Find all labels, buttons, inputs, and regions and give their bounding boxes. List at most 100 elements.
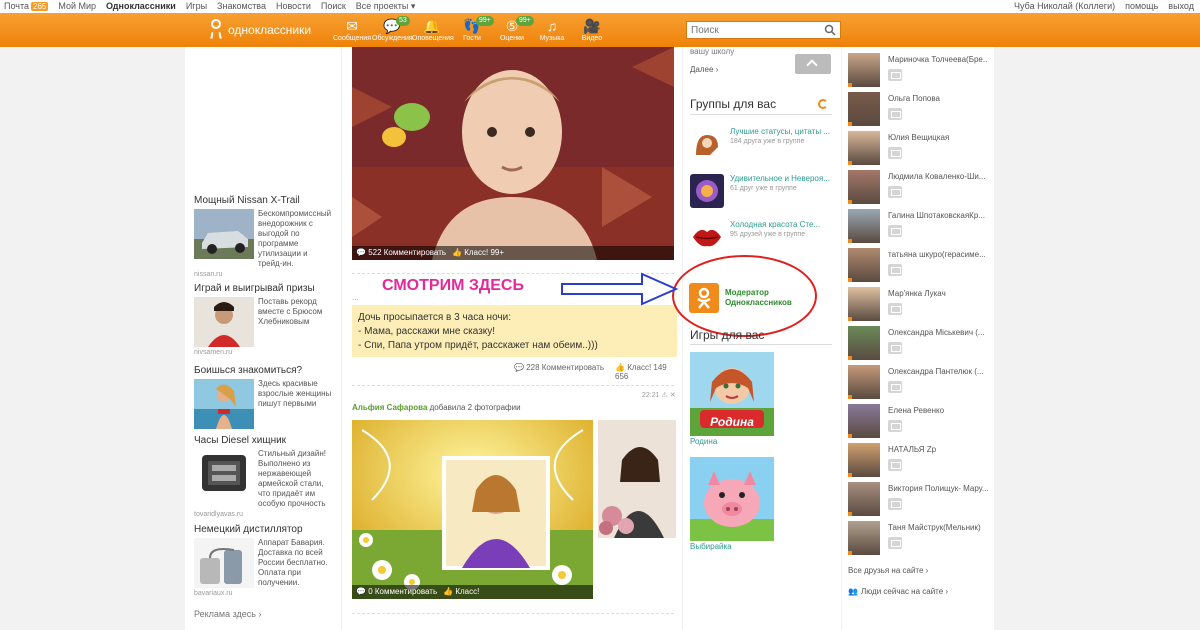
game-name[interactable]: Выбирайка	[690, 542, 774, 551]
joke-comments[interactable]: 💬 228 Комментировать	[514, 363, 604, 372]
friend-item[interactable]: Виктория Полищук- Мару...	[848, 482, 994, 518]
friend-avatar[interactable]	[848, 404, 880, 438]
friend-name[interactable]: Юлия Вещицкая	[888, 133, 988, 142]
scroll-up-button[interactable]	[795, 54, 831, 74]
friend-item[interactable]: Елена Ревенко	[848, 404, 994, 440]
friend-name[interactable]: Галина ШпотаковскаяКр...	[888, 211, 988, 220]
group-name[interactable]: Холодная красота Сте...	[730, 220, 820, 230]
ad-title[interactable]: Часы Diesel хищник	[194, 435, 334, 446]
friend-item[interactable]: Олександра Міськевич (...	[848, 326, 994, 362]
friend-avatar[interactable]	[848, 170, 880, 204]
friend-avatar[interactable]	[848, 92, 880, 126]
send-message-icon[interactable]	[888, 459, 902, 471]
ad-title[interactable]: Немецкий дистиллятор	[194, 524, 334, 535]
friend-avatar[interactable]	[848, 482, 880, 516]
ad-block[interactable]: Немецкий дистиллятор Аппарат Бавария. До…	[194, 524, 334, 597]
ad-image-car[interactable]	[194, 209, 254, 259]
friend-avatar[interactable]	[848, 131, 880, 165]
top-link-label[interactable]: Поиск	[321, 1, 346, 11]
ad-block[interactable]: Боишься знакомиться? Здесь красивые взро…	[194, 365, 334, 429]
top-link-label[interactable]: Новости	[276, 1, 311, 11]
ad-title[interactable]: Играй и выигрывай призы	[194, 283, 334, 294]
top-link[interactable]: Новости	[276, 1, 311, 12]
close-icon[interactable]: ✕	[670, 392, 676, 399]
top-link-label[interactable]: Все проекты ▾	[356, 1, 416, 11]
friend-avatar[interactable]	[848, 53, 880, 87]
top-link[interactable]: Знакомства	[217, 1, 266, 12]
feed-photo-woman-roses[interactable]	[598, 420, 676, 538]
ad-block[interactable]: Играй и выигрывай призы Поставь рекорд в…	[194, 283, 334, 356]
send-message-icon[interactable]	[888, 420, 902, 432]
friends-online-label[interactable]: Люди сейчас на сайте ›	[861, 587, 948, 596]
send-message-icon[interactable]	[888, 381, 902, 393]
friend-avatar[interactable]	[848, 521, 880, 555]
like-count[interactable]: 👍 Класс! 99+	[452, 246, 504, 260]
friend-name[interactable]: Елена Ревенко	[888, 406, 988, 415]
joke-likes[interactable]: 👍 Класс! 149 656	[615, 363, 682, 381]
send-message-icon[interactable]	[888, 225, 902, 237]
more-link[interactable]: Далее ›	[690, 65, 718, 74]
ad-image-man[interactable]	[194, 297, 254, 347]
joke-comments-label[interactable]: 228 Комментировать	[526, 363, 604, 372]
ad-image-woman[interactable]	[194, 379, 254, 429]
joke-likes-label[interactable]: Класс! 149 656	[615, 363, 667, 381]
logo-link[interactable]: одноклассники	[208, 19, 311, 41]
refresh-icon[interactable]	[818, 99, 828, 109]
friend-avatar[interactable]	[848, 248, 880, 282]
nav-item-envelope[interactable]: ✉ Сообщения	[332, 15, 372, 47]
group-thumb[interactable]	[690, 127, 724, 161]
group-thumb[interactable]	[690, 174, 724, 208]
ad-block[interactable]: Часы Diesel хищник Стильный дизайн! Выпо…	[194, 435, 334, 518]
friend-name[interactable]: Мар'янка Лукач	[888, 289, 988, 298]
send-message-icon[interactable]	[888, 303, 902, 315]
top-link-label[interactable]: Знакомства	[217, 1, 266, 11]
post-author-link[interactable]: Альфия Сафарова	[352, 403, 427, 412]
like-count-label[interactable]: Класс! 99+	[464, 248, 504, 257]
comment-count-label[interactable]: 522 Комментировать	[368, 248, 446, 257]
friend-avatar[interactable]	[848, 365, 880, 399]
group-item[interactable]: Лучшие статусы, цитаты ... 184 друга уже …	[690, 127, 835, 161]
ads-here-link[interactable]: Реклама здесь ›	[194, 609, 261, 619]
photo-child-image[interactable]	[352, 47, 674, 260]
top-link[interactable]: Поиск	[321, 1, 346, 12]
search-icon[interactable]	[824, 24, 836, 36]
friend-name[interactable]: Мариночка Толчеева(Бре...	[888, 55, 988, 64]
ad-title[interactable]: Боишься знакомиться?	[194, 365, 334, 376]
top-link[interactable]: Все проекты ▾	[356, 1, 416, 12]
friend-name[interactable]: НАТАЛЬЯ Zp	[888, 445, 988, 454]
nav-item-bell[interactable]: 🔔 Оповещения	[412, 15, 454, 47]
friend-avatar[interactable]	[848, 209, 880, 243]
friend-name[interactable]: Таня Майструк(Мельник)	[888, 523, 988, 532]
game-thumb[interactable]	[690, 457, 774, 541]
top-link-label[interactable]: Одноклассники	[106, 1, 176, 11]
group-name[interactable]: Лучшие статусы, цитаты ...	[730, 127, 830, 137]
group-item[interactable]: Холодная красота Сте... 95 друзей уже в г…	[690, 220, 835, 254]
send-message-icon[interactable]	[888, 186, 902, 198]
nav-item-rating[interactable]: ⑤ Оценки 99+	[492, 15, 534, 47]
friend-avatar[interactable]	[848, 326, 880, 360]
send-message-icon[interactable]	[888, 537, 902, 549]
ad-title[interactable]: Мощный Nissan X-Trail	[194, 195, 334, 206]
search-input[interactable]	[687, 22, 817, 38]
friend-item[interactable]: Ольга Попова	[848, 92, 994, 128]
feed-photo-woman-frame[interactable]: 💬 0 Комментировать 👍 Класс!	[352, 420, 593, 599]
like-count-label[interactable]: Класс!	[455, 587, 479, 596]
top-link-label[interactable]: Почта	[4, 1, 29, 11]
nav-item-footprints[interactable]: 👣 Гости 99+	[452, 15, 494, 47]
send-message-icon[interactable]	[888, 498, 902, 510]
top-link[interactable]: Игры	[186, 1, 207, 12]
comment-count-label[interactable]: 0 Комментировать	[368, 587, 437, 596]
photo-woman-roses-image[interactable]	[598, 420, 676, 538]
friend-avatar[interactable]	[848, 443, 880, 477]
help-link[interactable]: помощь	[1125, 1, 1158, 11]
ad-image-distiller[interactable]	[194, 538, 254, 588]
game-item[interactable]: Выбирайка	[690, 457, 774, 551]
top-link[interactable]: Одноклассники	[106, 1, 176, 12]
game-item[interactable]: Родина Родина	[690, 352, 774, 446]
nav-item-music[interactable]: ♫ Музыка	[532, 15, 572, 47]
group-name[interactable]: Удивительное и Невероя...	[730, 174, 830, 184]
group-thumb-lips[interactable]	[690, 220, 724, 254]
friend-item[interactable]: Мар'янка Лукач	[848, 287, 994, 323]
nav-item-video[interactable]: 🎥 Видео	[572, 15, 612, 47]
friend-item[interactable]: Галина ШпотаковскаяКр...	[848, 209, 994, 245]
